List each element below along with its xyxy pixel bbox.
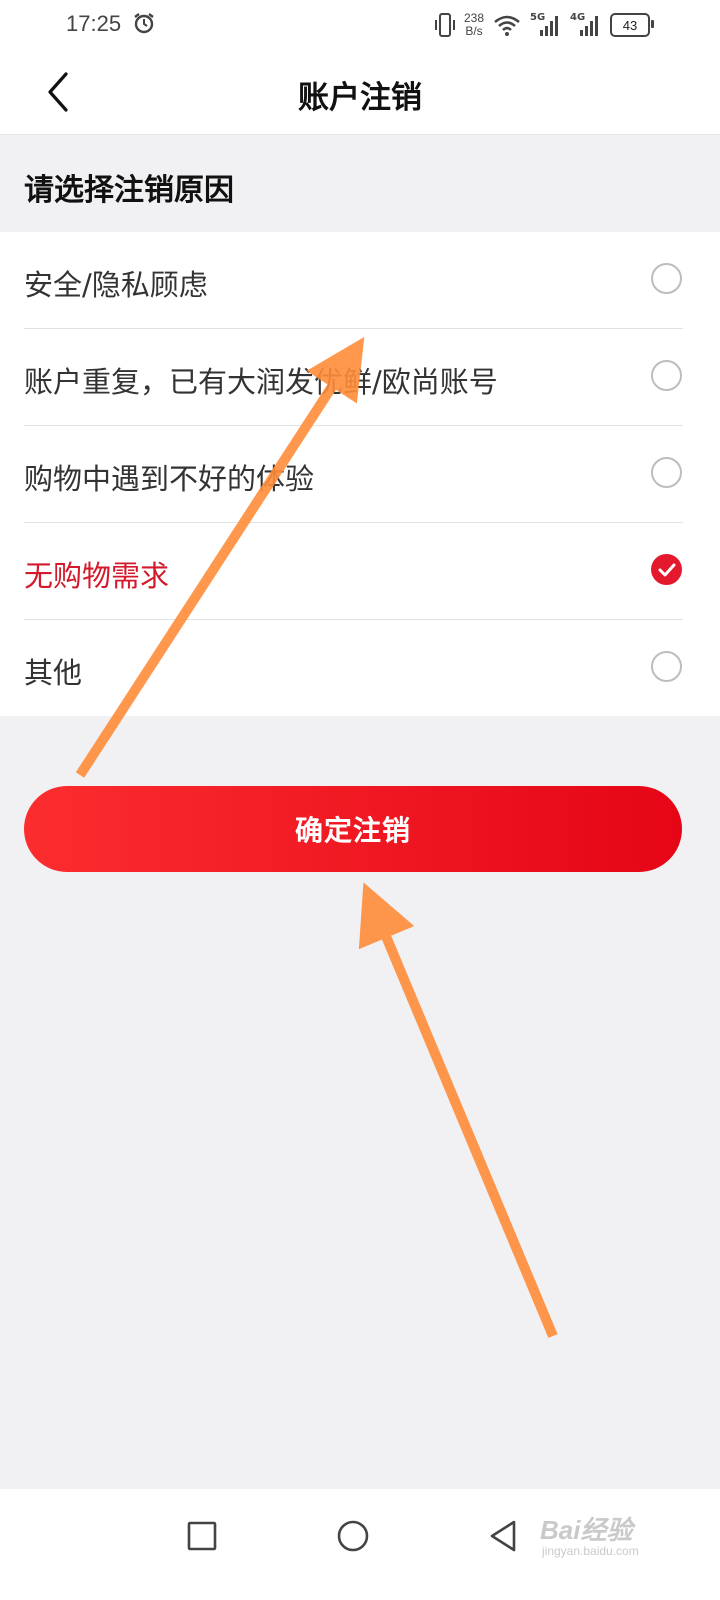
reason-label: 购物中遇到不好的体验 [24, 462, 315, 496]
reason-item-other[interactable]: 其他 [0, 620, 720, 717]
back-nav-button[interactable] [478, 1511, 528, 1561]
arrow-to-confirm-button [358, 882, 558, 1338]
sim2-label: 4G [570, 12, 586, 23]
alarm-icon [134, 13, 154, 34]
wifi-icon [494, 15, 520, 36]
reason-item-no-need[interactable]: 无购物需求 [0, 523, 720, 620]
watermark-logo: Bai经验 jingyan.baidu.com [540, 1500, 690, 1560]
section-title: 请选择注销原因 [24, 173, 234, 208]
net-speed-unit: B/s [465, 24, 483, 38]
sim1-signal: 5G [530, 12, 562, 38]
reason-label: 无购物需求 [24, 559, 170, 593]
radio-button-unchecked[interactable] [651, 651, 682, 682]
section-header: 请选择注销原因 [0, 135, 720, 232]
status-time: 17:25 [66, 11, 122, 36]
radio-button-unchecked[interactable] [651, 360, 682, 391]
back-triangle-icon [490, 1520, 516, 1552]
confirm-cancel-account-button[interactable]: 确定注销 [24, 786, 682, 872]
top-nav-bar: 账户注销 [0, 50, 720, 135]
watermark-subtext: jingyan.baidu.com [542, 1544, 639, 1558]
radio-button-checked[interactable] [651, 554, 682, 585]
recents-square-icon [187, 1521, 217, 1551]
status-icons: 238 B/s 5G 4G 43 [434, 8, 654, 42]
checkmark-icon [658, 563, 675, 576]
reason-label: 其他 [24, 656, 83, 690]
reason-item-privacy[interactable]: 安全/隐私顾虑 [0, 232, 720, 329]
sim1-label: 5G [530, 12, 546, 23]
reason-label: 账户重复，已有大润发优鲜/欧尚账号 [24, 365, 498, 399]
recents-button[interactable] [177, 1511, 227, 1561]
sim2-signal: 4G [570, 12, 602, 38]
radio-button-unchecked[interactable] [651, 457, 682, 488]
battery-level: 43 [622, 17, 638, 33]
radio-button-unchecked[interactable] [651, 263, 682, 294]
page-title: 账户注销 [298, 80, 422, 116]
net-speed: 238 B/s [464, 12, 484, 38]
vibrate-icon [434, 13, 455, 37]
reason-label: 安全/隐私顾虑 [24, 268, 208, 302]
home-button[interactable] [328, 1511, 378, 1561]
reason-list: 安全/隐私顾虑 账户重复，已有大润发优鲜/欧尚账号 购物中遇到不好的体验 无购物… [0, 232, 720, 716]
status-bar: 17:25 238 B/s 5G 4G 43 [0, 0, 720, 50]
reason-item-duplicate-account[interactable]: 账户重复，已有大润发优鲜/欧尚账号 [0, 329, 720, 426]
battery-icon: 43 [610, 13, 654, 37]
reason-item-bad-experience[interactable]: 购物中遇到不好的体验 [0, 426, 720, 523]
home-circle-icon [337, 1520, 369, 1552]
watermark-text: Bai经验 [540, 1515, 633, 1545]
